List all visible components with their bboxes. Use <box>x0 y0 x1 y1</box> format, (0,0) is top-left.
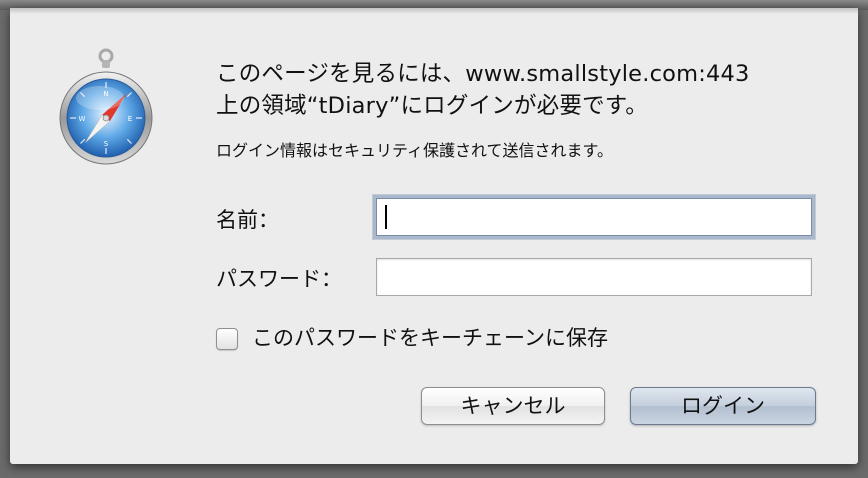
safari-compass-icon: N S W E <box>54 46 158 176</box>
svg-text:S: S <box>104 140 109 148</box>
keychain-checkbox-label[interactable]: このパスワードをキーチェーンに保存 <box>252 324 608 352</box>
sheet-top-shadow <box>10 8 858 14</box>
cancel-button[interactable]: キャンセル <box>421 387 605 425</box>
name-field[interactable] <box>376 198 812 236</box>
dialog-message: このページを見るには、www.smallstyle.com:443 上の領域“t… <box>216 58 836 122</box>
keychain-checkbox[interactable] <box>216 328 238 350</box>
text-caret <box>385 205 387 229</box>
dialog-message-line1: このページを見るには、www.smallstyle.com:443 <box>216 61 750 87</box>
svg-text:E: E <box>128 115 132 123</box>
dialog-message-line2: 上の領域“tDiary”にログインが必要です。 <box>216 93 648 119</box>
login-sheet-dialog: N S W E このページを見るには、www.smallstyle.com:44… <box>10 8 858 464</box>
login-button[interactable]: ログイン <box>630 387 816 425</box>
name-label: 名前： <box>216 208 279 232</box>
secure-note: ログイン情報はセキュリティ保護されて送信されます。 <box>216 141 613 160</box>
password-field[interactable] <box>376 258 812 296</box>
svg-text:W: W <box>79 115 86 123</box>
password-label: パスワード： <box>216 267 342 291</box>
